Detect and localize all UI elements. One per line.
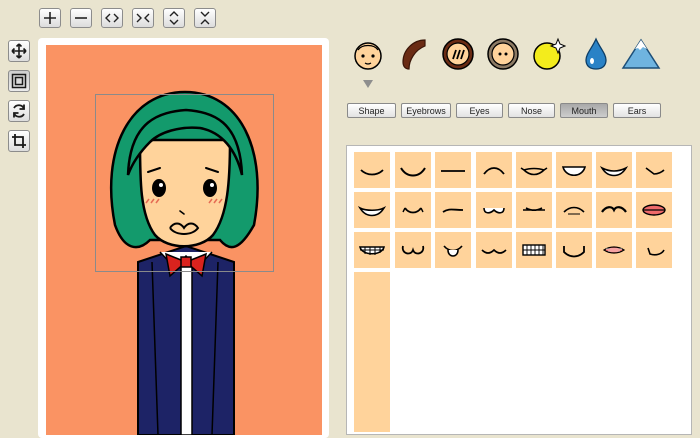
frame-icon [11, 73, 27, 89]
mouth-lipstick-icon [602, 246, 626, 254]
mouth-wiggle-icon [481, 248, 507, 254]
mouth-option-mustache[interactable] [596, 192, 632, 228]
mouth-lips-icon [642, 204, 666, 216]
face-icon [354, 42, 382, 70]
mask-icon [487, 38, 519, 70]
crop-icon [12, 134, 26, 148]
mouth-cup-icon [563, 246, 585, 258]
category-accessory[interactable] [528, 34, 568, 74]
mouth-option-tilted[interactable] [435, 192, 471, 228]
mouth-option-wide-smile[interactable] [395, 152, 431, 188]
mouth-flat-icon [441, 170, 465, 172]
category-face[interactable] [348, 34, 388, 74]
mouth-option-wavy-smile[interactable] [516, 152, 552, 188]
hair-icon [402, 39, 426, 70]
category-mask[interactable] [483, 34, 523, 74]
mouth-option-lips[interactable] [636, 192, 672, 228]
tab-eyes[interactable]: Eyes [456, 103, 503, 118]
category-hair[interactable] [393, 34, 433, 74]
mountain-icon [621, 38, 661, 69]
mouth-flat-line-icon [523, 207, 545, 212]
crop-tool[interactable] [8, 130, 30, 152]
minus-icon [75, 17, 87, 19]
contract-horizontal-icon [136, 13, 150, 23]
mouth-option-cup[interactable] [556, 232, 592, 268]
mouth-w-mouth-icon [401, 245, 425, 255]
water-drop-icon [585, 37, 607, 70]
mouth-big-smile-icon [599, 166, 629, 177]
mouth-tilted-icon [442, 208, 464, 213]
mouth-small-smile-icon [402, 207, 424, 214]
mouth-option-w-mouth[interactable] [395, 232, 431, 268]
tab-shape[interactable]: Shape [347, 103, 396, 118]
mouth-grin-icon [561, 166, 587, 177]
mouth-option-wiggle[interactable] [476, 232, 512, 268]
mouth-option-cat[interactable] [476, 192, 512, 228]
refresh-icon [13, 104, 25, 118]
mouth-open-smile-icon [357, 206, 387, 217]
plus-icon [44, 12, 56, 24]
mouth-frown-icon [483, 167, 505, 175]
category-pointer [363, 80, 373, 88]
frame-tool[interactable] [8, 70, 30, 92]
mouth-option-tongue[interactable] [435, 232, 471, 268]
mouth-smirk-icon [645, 167, 665, 175]
tab-eyebrows[interactable]: Eyebrows [401, 103, 451, 118]
mouth-cat-icon [483, 207, 505, 214]
mouth-mustache-icon [601, 206, 627, 213]
mouth-option-teeth-grin[interactable] [354, 232, 390, 268]
mouth-smile-icon [360, 169, 384, 176]
mouth-option-grin[interactable] [556, 152, 592, 188]
mouth-teeth-box-icon [522, 244, 546, 256]
narrow-button[interactable] [132, 8, 154, 28]
move-arrows-icon [11, 43, 27, 59]
mouth-option-flat[interactable] [435, 152, 471, 188]
mouth-option-big-smile[interactable] [596, 152, 632, 188]
body-icon [442, 38, 474, 70]
zoom-in-button[interactable] [39, 8, 61, 28]
mouth-soft-frown-icon [563, 206, 585, 215]
tab-mouth[interactable]: Mouth [560, 103, 608, 118]
category-background[interactable] [621, 34, 661, 74]
mouth-option-side-smile[interactable] [636, 232, 672, 268]
mouth-option-teeth-box[interactable] [516, 232, 552, 268]
mouth-tongue-icon [443, 245, 463, 257]
taller-button[interactable] [163, 8, 185, 28]
tab-nose[interactable]: Nose [508, 103, 555, 118]
mouth-teeth-grin-icon [359, 246, 385, 255]
mouth-option-soft-frown[interactable] [556, 192, 592, 228]
mouth-option-small-smile[interactable] [395, 192, 431, 228]
zoom-out-button[interactable] [70, 8, 92, 28]
mouth-option-lipstick[interactable] [596, 232, 632, 268]
mouth-option-flat-line[interactable] [516, 192, 552, 228]
shorter-button[interactable] [194, 8, 216, 28]
expand-vertical-icon [169, 11, 179, 25]
expand-horizontal-icon [105, 13, 119, 23]
rotate-tool[interactable] [8, 100, 30, 122]
widen-button[interactable] [101, 8, 123, 28]
option-tile-placeholder[interactable] [354, 272, 390, 432]
mouth-options-panel[interactable] [346, 145, 692, 435]
selection-box[interactable] [95, 94, 274, 272]
mouth-wide-smile-icon [400, 167, 426, 177]
mouth-option-smile[interactable] [354, 152, 390, 188]
mouth-wavy-smile-icon [520, 167, 548, 176]
sparkle-ball-icon [533, 37, 566, 70]
contract-vertical-icon [200, 11, 210, 25]
mouth-side-smile-icon [647, 247, 665, 256]
category-effect[interactable] [576, 34, 616, 74]
mouth-option-frown[interactable] [476, 152, 512, 188]
move-tool[interactable] [8, 40, 30, 62]
mouth-option-smirk[interactable] [636, 152, 672, 188]
mouth-option-open-smile[interactable] [354, 192, 390, 228]
category-body[interactable] [438, 34, 478, 74]
tab-ears[interactable]: Ears [613, 103, 661, 118]
